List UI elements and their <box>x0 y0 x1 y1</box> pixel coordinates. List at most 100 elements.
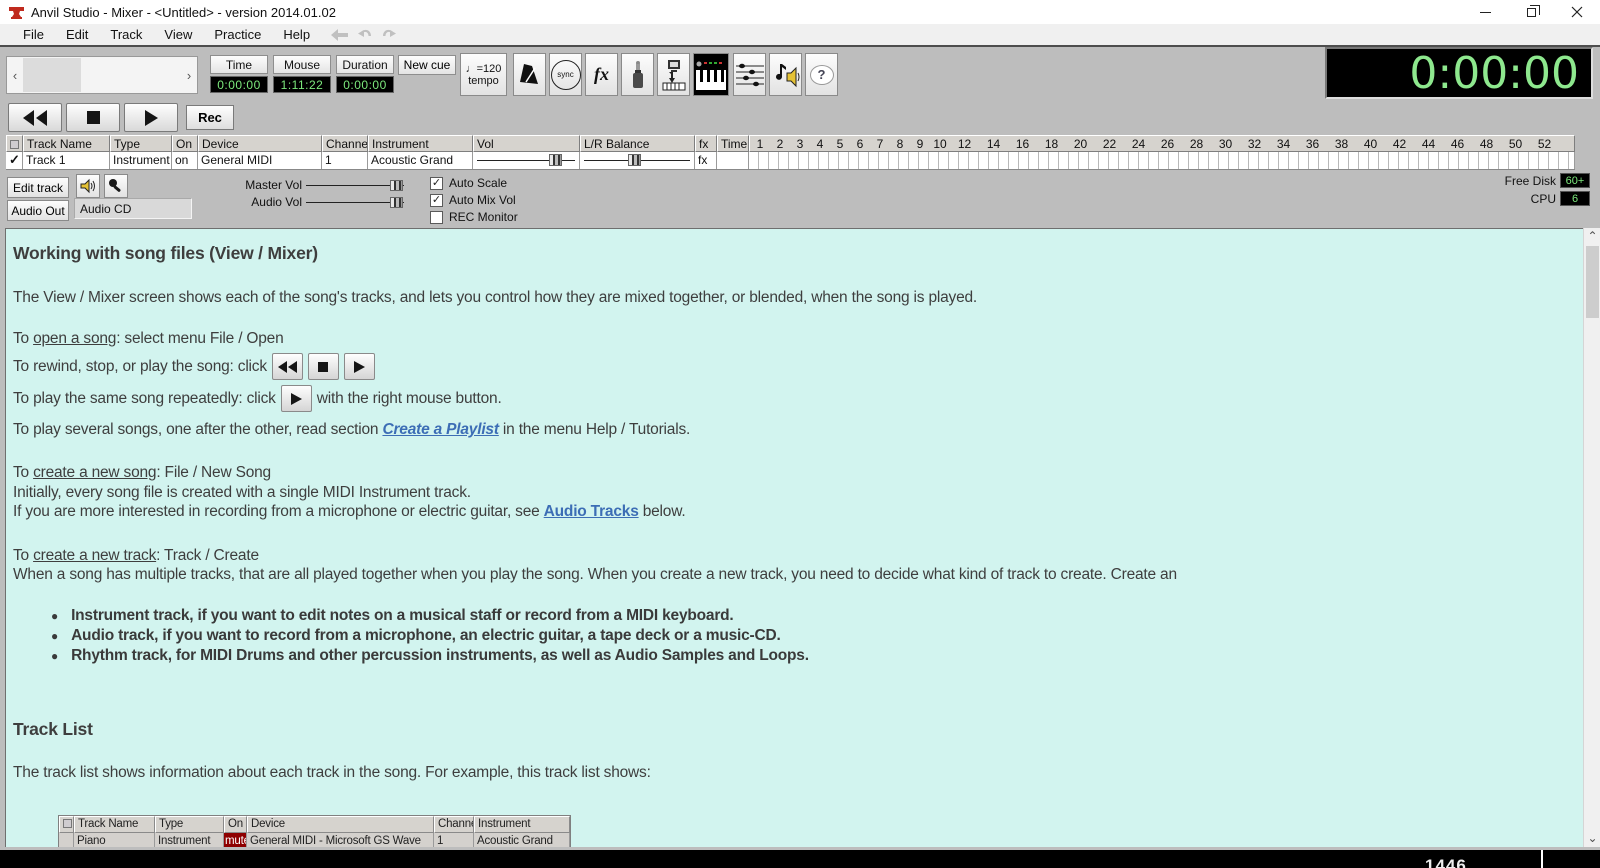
audible-note-button[interactable] <box>769 53 802 96</box>
track-on-cell[interactable]: on <box>172 152 198 169</box>
ruler-number[interactable]: 8 <box>890 137 910 150</box>
track-time-cell[interactable] <box>717 152 749 169</box>
menu-help[interactable]: Help <box>272 25 321 44</box>
ruler-number[interactable]: 38 <box>1327 137 1356 150</box>
ruler-number[interactable]: 4 <box>810 137 830 150</box>
col-device[interactable]: Device <box>198 135 322 152</box>
ruler-number[interactable]: 42 <box>1385 137 1414 150</box>
col-balance[interactable]: L/R Balance <box>580 135 695 152</box>
ruler-number[interactable]: 26 <box>1153 137 1182 150</box>
col-instrument[interactable]: Instrument <box>368 135 473 152</box>
ruler-number[interactable]: 44 <box>1414 137 1443 150</box>
menu-edit[interactable]: Edit <box>55 25 99 44</box>
menu-track[interactable]: Track <box>99 25 153 44</box>
scroll-right-icon[interactable]: › <box>181 68 197 83</box>
ruler-number[interactable]: 22 <box>1095 137 1124 150</box>
slider-knob[interactable] <box>390 197 403 208</box>
col-type[interactable]: Type <box>110 135 172 152</box>
position-scrollbar[interactable]: ‹ › <box>6 56 198 94</box>
track-timeline[interactable] <box>749 152 1575 169</box>
redo-icon[interactable] <box>381 28 397 41</box>
rec-monitor-checkbox[interactable] <box>430 211 443 224</box>
ruler-number[interactable]: 5 <box>830 137 850 150</box>
help-scrollbar[interactable]: ⌃ ⌄ <box>1583 228 1600 847</box>
edit-track-button[interactable]: Edit track <box>7 177 69 198</box>
slider-knob[interactable] <box>628 154 641 166</box>
ruler-number[interactable]: 1 <box>750 137 770 150</box>
rewind-button[interactable] <box>8 103 62 132</box>
ruler-number[interactable]: 34 <box>1269 137 1298 150</box>
stop-button[interactable] <box>66 103 120 132</box>
ruler-number[interactable]: 14 <box>979 137 1008 150</box>
help-scrollbar-thumb[interactable] <box>1586 246 1599 318</box>
slider-knob[interactable] <box>390 180 403 191</box>
auto-scale-checkbox[interactable]: ✓ <box>430 177 443 190</box>
audio-out-button[interactable]: Audio Out <box>7 200 69 221</box>
ruler-header[interactable]: 1234567891012141618202224262830323436384… <box>749 135 1575 152</box>
speaker-toggle-button[interactable] <box>76 174 100 198</box>
ruler-number[interactable]: 18 <box>1037 137 1066 150</box>
ruler-number[interactable]: 3 <box>790 137 810 150</box>
back-arrow-icon[interactable] <box>331 29 349 41</box>
scroll-down-icon[interactable]: ⌄ <box>1584 830 1600 847</box>
midi-setup-button[interactable] <box>657 53 690 96</box>
select-all-checkbox[interactable] <box>6 135 23 152</box>
track-enabled-checkbox[interactable]: ✓ <box>6 152 23 169</box>
event-list-button[interactable] <box>733 53 766 96</box>
ruler-number[interactable]: 20 <box>1066 137 1095 150</box>
piano-view-button[interactable] <box>693 53 729 96</box>
ruler-number[interactable]: 12 <box>950 137 979 150</box>
create-a-playlist-link[interactable]: Create a Playlist <box>382 421 498 438</box>
record-button[interactable]: Rec <box>186 105 234 130</box>
scroll-left-icon[interactable]: ‹ <box>7 68 23 83</box>
master-vol-slider[interactable] <box>306 179 404 192</box>
menu-practice[interactable]: Practice <box>203 25 272 44</box>
ruler-number[interactable]: 46 <box>1443 137 1472 150</box>
ruler-number[interactable]: 52 <box>1530 137 1559 150</box>
help-button[interactable]: ? <box>805 53 838 96</box>
tempo-button[interactable]: ♩=120 tempo <box>460 53 507 96</box>
audio-plug-button[interactable] <box>621 53 654 96</box>
restore-button[interactable] <box>1508 0 1554 24</box>
col-vol[interactable]: Vol <box>473 135 580 152</box>
track-fx-cell[interactable]: fx <box>695 152 717 169</box>
ruler-number[interactable]: 16 <box>1008 137 1037 150</box>
ruler-number[interactable]: 36 <box>1298 137 1327 150</box>
time-button[interactable]: Time <box>210 55 268 74</box>
close-button[interactable] <box>1554 0 1600 24</box>
microphone-button[interactable] <box>104 174 128 198</box>
mouse-button[interactable]: Mouse <box>273 55 331 74</box>
minimize-button[interactable] <box>1462 0 1508 24</box>
track-volume-slider[interactable] <box>473 152 580 169</box>
sync-button[interactable]: sync <box>549 53 582 96</box>
audio-tracks-link[interactable]: Audio Tracks <box>544 503 639 520</box>
play-button[interactable] <box>124 103 178 132</box>
track-balance-slider[interactable] <box>580 152 695 169</box>
col-track-name[interactable]: Track Name <box>23 135 110 152</box>
metronome-button[interactable] <box>513 53 546 96</box>
ruler-number[interactable]: 7 <box>870 137 890 150</box>
ruler-number[interactable]: 50 <box>1501 137 1530 150</box>
track-instrument-cell[interactable]: Acoustic Grand <box>368 152 473 169</box>
audio-vol-slider[interactable] <box>306 196 404 209</box>
col-fx[interactable]: fx <box>695 135 717 152</box>
undo-icon[interactable] <box>357 28 373 41</box>
scroll-up-icon[interactable]: ⌃ <box>1584 228 1600 245</box>
col-channel[interactable]: Channel <box>322 135 368 152</box>
slider-knob[interactable] <box>549 154 562 166</box>
ruler-number[interactable]: 10 <box>930 137 950 150</box>
ruler-number[interactable]: 2 <box>770 137 790 150</box>
track-device-cell[interactable]: General MIDI <box>198 152 322 169</box>
track-channel-cell[interactable]: 1 <box>322 152 368 169</box>
track-name-cell[interactable]: Track 1 <box>23 152 110 169</box>
ruler-number[interactable]: 9 <box>910 137 930 150</box>
audio-out-field[interactable]: Audio CD <box>74 198 192 219</box>
new-cue-button[interactable]: New cue <box>398 55 456 75</box>
ruler-number[interactable]: 32 <box>1240 137 1269 150</box>
ruler-number[interactable]: 24 <box>1124 137 1153 150</box>
col-on[interactable]: On <box>172 135 198 152</box>
auto-mix-vol-checkbox[interactable]: ✓ <box>430 194 443 207</box>
col-time[interactable]: Time <box>717 135 749 152</box>
duration-button[interactable]: Duration <box>336 55 394 74</box>
menu-view[interactable]: View <box>153 25 203 44</box>
